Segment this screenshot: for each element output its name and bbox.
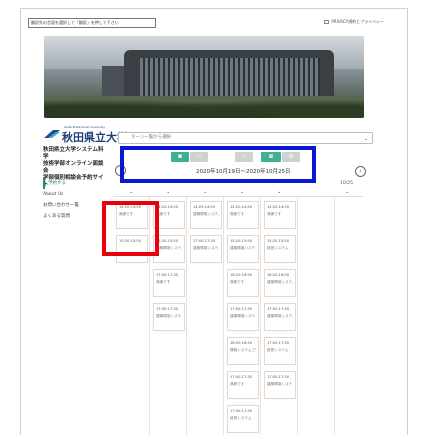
nav-item-faq[interactable]: よくある質問 [43, 211, 103, 222]
time-slot-card[interactable]: 16:20-16:50 建築環境システム [264, 269, 296, 297]
course-select[interactable]: ターン一覧から選択 ⌄ [118, 132, 373, 144]
slot-time: 17:00-17:30 [267, 375, 290, 379]
slot-time: 14:20-14:50 [230, 205, 253, 209]
time-slot-card[interactable]: 15:20-15:50 建築環境システム [227, 235, 259, 263]
university-logo[interactable]: Akita Prefectural University 秋田県立大学 [44, 125, 128, 145]
slot-status: 建築環境システム [193, 246, 219, 250]
slot-status: 建築環境システム [267, 382, 293, 386]
slot-status: 情報システム工学 [230, 348, 256, 352]
slot-time: 16:20-16:50 [267, 273, 290, 277]
slot-status: 満席です [230, 382, 245, 386]
slot-status: 建築環境システム [230, 314, 256, 318]
time-slot-card[interactable]: 16:20-16:50 情報システム工学 [227, 337, 259, 365]
nav-item-inquiries[interactable]: お問い合わせ一覧 [43, 200, 103, 211]
column-marker: • [278, 190, 281, 195]
chevron-down-icon: ⌄ [363, 136, 368, 142]
slot-time: 14:20-14:50 [156, 205, 179, 209]
slot-status: 建築環境システム [193, 212, 219, 216]
time-slot-card[interactable]: 17:00-17:30 建築環境システム [227, 303, 259, 331]
time-slot-card[interactable]: 17:30-17:30 経営システム [227, 405, 259, 433]
slot-time: 16:20-16:50 [230, 341, 253, 345]
translate-selector[interactable]: 翻訳先の言語を選択して「翻訳」を押して下さい [28, 18, 156, 28]
column-marker: • [167, 190, 170, 195]
slot-time: 17:00-17:30 [156, 273, 179, 277]
slot-status: 建築環境システム [267, 280, 293, 284]
slot-status: 建築環境システム [230, 246, 256, 250]
slot-status: 満席です [156, 212, 171, 216]
slot-time: 17:00-17:30 [267, 307, 290, 311]
time-slot-card[interactable]: 17:00-17:30 建築環境システム [264, 371, 296, 399]
next-week-button[interactable]: › [355, 166, 366, 177]
slot-time: 17:00-17:30 [230, 307, 253, 311]
time-slot-card[interactable]: 17:00-17:30 満席です [153, 269, 185, 297]
slot-time: 17:30-17:30 [156, 307, 179, 311]
time-slot-card[interactable]: 17:00-17:30 満席です [227, 371, 259, 399]
slot-time: 17:00-17:30 [193, 239, 216, 243]
site-title-line: 秋田県立大学システム科学 [43, 147, 104, 160]
document-icon [324, 20, 330, 24]
column-marker: • [204, 190, 207, 195]
slot-status: 建築環境システム [267, 314, 293, 318]
slot-time: 15:20-15:50 [267, 239, 290, 243]
time-slot-card[interactable]: 14:20-14:50 建築環境システム [190, 201, 222, 229]
logo-mark-icon [44, 130, 60, 138]
slot-time: 17:00-17:30 [230, 375, 253, 379]
hero-image [44, 36, 364, 118]
time-slot-card[interactable]: 16:20-16:50 満席です [227, 269, 259, 297]
slot-time: 14:20-14:50 [193, 205, 216, 209]
time-slot-card[interactable]: 15:20-15:50 経営システム [264, 235, 296, 263]
slot-time: 17:00-17:30 [267, 341, 290, 345]
calendar-grid-line [113, 196, 363, 197]
slot-status: 満席です [156, 280, 171, 284]
column-marker: • [346, 190, 349, 195]
slot-status: 経営システム [267, 348, 289, 352]
slot-status: 建築環境システム [156, 246, 182, 250]
slot-time: 15:20-15:50 [230, 239, 253, 243]
slot-time: 17:30-17:30 [230, 409, 253, 413]
privacy-link[interactable]: PRIVACY規約とプライバシー [324, 19, 384, 25]
column-marker: • [241, 190, 244, 195]
time-slot-card[interactable]: 17:00-17:30 建築環境システム [190, 235, 222, 263]
slot-status: 経営システム [267, 246, 289, 250]
slot-time: 15:20-15:50 [156, 239, 179, 243]
slot-status: 満席です [230, 280, 245, 284]
slot-status: 満席です [230, 212, 245, 216]
site-title-line: 技術学部オンライン面談会 [43, 161, 104, 174]
time-slot-card[interactable]: 14:20-14:50 満席です [227, 201, 259, 229]
nav-item-about[interactable]: About Us [43, 189, 103, 200]
slot-status: 建築環境システム [156, 314, 182, 318]
side-nav: 予約する About Us お問い合わせ一覧 よくある質問 [43, 178, 103, 222]
nav-item-reserve[interactable]: 予約する [43, 178, 103, 189]
time-slot-card[interactable]: 17:00-17:30 経営システム [264, 337, 296, 365]
time-slot-card[interactable]: 17:30-17:30 建築環境システム [153, 303, 185, 331]
course-select-placeholder: ターン一覧から選択 [131, 135, 172, 140]
slot-status: 経営システム [230, 416, 252, 420]
annotation-blue-box [120, 146, 316, 183]
column-marker: • [130, 190, 133, 195]
slot-status: 満席です [267, 212, 282, 216]
top-bar: 翻訳先の言語を選択して「翻訳」を押して下さい PRIVACY規約とプライバシー [20, 16, 390, 30]
time-slot-card[interactable]: 17:00-17:30 建築環境システム [264, 303, 296, 331]
chevron-right-icon: › [359, 168, 362, 175]
time-slot-card[interactable]: 14:20-14:50 満席です [264, 201, 296, 229]
privacy-link-label: PRIVACY規約とプライバシー [331, 19, 384, 24]
slot-time: 16:20-16:50 [230, 273, 253, 277]
annotation-red-box [102, 201, 159, 256]
slot-time: 14:20-14:50 [267, 205, 290, 209]
column-date: 10/25 [340, 181, 353, 186]
